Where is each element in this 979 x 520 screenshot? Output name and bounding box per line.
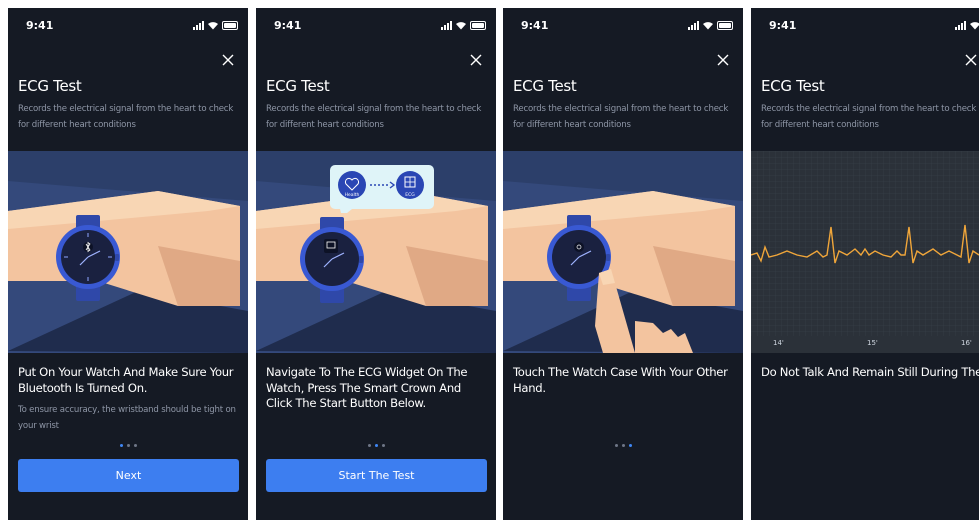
signal-icon	[193, 21, 204, 30]
page-dot-3	[628, 444, 632, 447]
battery-icon	[717, 21, 733, 30]
screen-1: 9:41 ECG Test Records the electrical sig…	[8, 8, 248, 520]
page-dot-2	[126, 444, 130, 447]
page-description: Records the electrical signal from the h…	[513, 104, 729, 130]
page-title: ECG Test	[18, 77, 82, 95]
step-heading: Put On Your Watch And Make Sure Your Blu…	[18, 365, 234, 395]
battery-icon	[222, 21, 238, 30]
page-dot-3	[133, 444, 137, 447]
wifi-icon	[208, 22, 218, 30]
bluetooth-icon	[83, 241, 93, 253]
screen-4: 9:41 ECG Test Records the electrical sig…	[751, 8, 979, 520]
page-description: Records the electrical signal from the h…	[761, 104, 977, 130]
page-indicator	[256, 444, 496, 447]
page-dot-1	[614, 444, 618, 447]
status-time: 9:41	[769, 19, 797, 32]
status-time: 9:41	[26, 19, 54, 32]
page-dot-1	[119, 444, 123, 447]
page-title: ECG Test	[513, 77, 577, 95]
page-title: ECG Test	[266, 77, 330, 95]
signal-icon	[955, 21, 966, 30]
signal-icon	[441, 21, 452, 30]
wifi-icon	[970, 22, 979, 30]
page-dot-2	[621, 444, 625, 447]
close-icon[interactable]	[468, 52, 484, 68]
bubble-from-label: Health	[345, 192, 360, 198]
wifi-icon	[703, 22, 713, 30]
close-icon[interactable]	[715, 52, 731, 68]
screen-3: 9:41 ECG Test Records the electrical sig…	[503, 8, 743, 520]
page-description: Records the electrical signal from the h…	[266, 104, 482, 130]
page-dot-1	[367, 444, 371, 447]
illustration-watch-ecg-widget: Health ECG	[256, 151, 496, 353]
status-time: 9:41	[274, 19, 302, 32]
page-dot-2	[374, 444, 378, 447]
page-indicator	[503, 444, 743, 447]
ecg-live-chart: 14' 15' 16'	[751, 151, 979, 353]
screen-2: 9:41 ECG Test Records the electrical sig…	[256, 8, 496, 520]
widget-bubble: Health ECG	[330, 165, 434, 213]
status-bar: 9:41	[521, 19, 733, 33]
ecg-tick-label: 15'	[867, 339, 878, 347]
step-heading: Do Not Talk And Remain Still During The …	[761, 365, 979, 379]
page-indicator	[8, 444, 248, 447]
battery-icon	[470, 21, 486, 30]
close-icon[interactable]	[963, 52, 979, 68]
illustration-watch-bluetooth	[8, 151, 248, 353]
ecg-tick-label: 16'	[961, 339, 972, 347]
page-description: Records the electrical signal from the h…	[18, 104, 234, 130]
start-test-button[interactable]: Start The Test	[266, 459, 487, 492]
close-icon[interactable]	[220, 52, 236, 68]
ecg-tick-label: 14'	[773, 339, 784, 347]
signal-icon	[688, 21, 699, 30]
page-dot-3	[381, 444, 385, 447]
status-time: 9:41	[521, 19, 549, 32]
next-button[interactable]: Next	[18, 459, 239, 492]
status-bar: 9:41	[26, 19, 238, 33]
step-subtext: To ensure accuracy, the wristband should…	[18, 405, 236, 431]
page-title: ECG Test	[761, 77, 825, 95]
status-bar: 9:41	[274, 19, 486, 33]
wifi-icon	[456, 22, 466, 30]
bubble-to-label: ECG	[405, 192, 415, 198]
ecg-trace-svg	[751, 151, 979, 353]
step-heading: Navigate To The ECG Widget On The Watch,…	[266, 365, 468, 410]
illustration-touch-watch-case	[503, 151, 743, 353]
status-bar: 9:41	[769, 19, 979, 33]
step-heading: Touch The Watch Case With Your Other Han…	[513, 365, 728, 395]
